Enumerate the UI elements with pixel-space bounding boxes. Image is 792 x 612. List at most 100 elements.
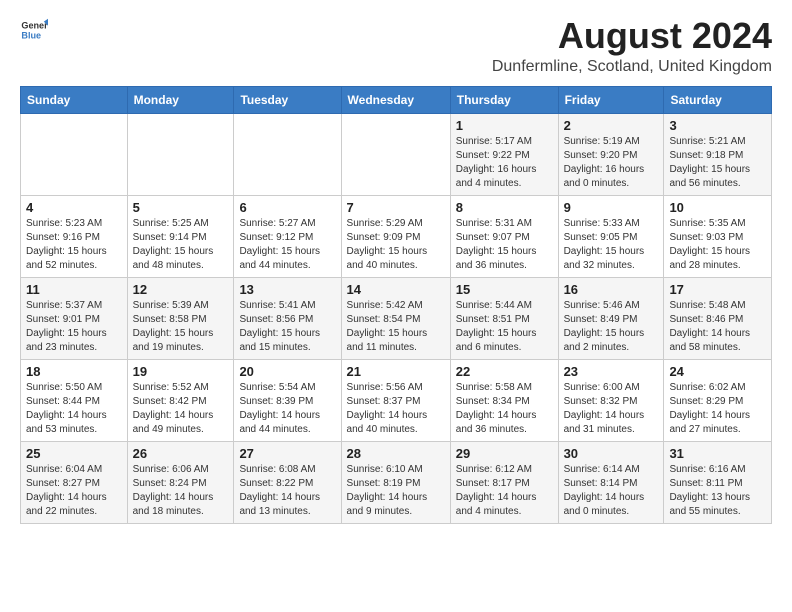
calendar-cell: [21, 113, 128, 195]
day-number: 17: [669, 282, 766, 297]
day-number: 5: [133, 200, 229, 215]
day-info: Sunrise: 5:42 AM Sunset: 8:54 PM Dayligh…: [347, 299, 445, 355]
calendar-table: Sunday Monday Tuesday Wednesday Thursday…: [20, 86, 772, 524]
day-info: Sunrise: 5:29 AM Sunset: 9:09 PM Dayligh…: [347, 217, 445, 273]
calendar-cell: 16Sunrise: 5:46 AM Sunset: 8:49 PM Dayli…: [558, 277, 664, 359]
col-wednesday: Wednesday: [341, 86, 450, 113]
calendar-cell: 24 Sunrise: 6:02 AM Sunset: 8:29 PM Dayli…: [664, 359, 772, 441]
day-info: Sunrise: 6:02 AM Sunset: 8:29 PM Dayligh…: [669, 381, 766, 437]
day-info: Sunrise: 6:06 AM Sunset: 8:24 PM Dayligh…: [133, 463, 229, 519]
day-info: Sunrise: 6:00 AM Sunset: 8:32 PM Dayligh…: [564, 381, 659, 437]
calendar-cell: [234, 113, 341, 195]
day-number: 6: [239, 200, 335, 215]
day-number: 7: [347, 200, 445, 215]
day-info: Sunrise: 5:17 AM Sunset: 9:22 PM Dayligh…: [456, 135, 553, 191]
day-number: 14: [347, 282, 445, 297]
calendar-week-4: 18Sunrise: 5:50 AM Sunset: 8:44 PM Dayli…: [21, 359, 772, 441]
calendar-cell: 14 Sunrise: 5:42 AM Sunset: 8:54 PM Dayli…: [341, 277, 450, 359]
day-number: 28: [347, 446, 445, 461]
calendar-cell: 31 Sunrise: 6:16 AM Sunset: 8:11 PM Dayli…: [664, 441, 772, 523]
calendar-cell: 28 Sunrise: 6:10 AM Sunset: 8:19 PM Dayli…: [341, 441, 450, 523]
day-info: Sunrise: 5:46 AM Sunset: 8:49 PM Dayligh…: [564, 299, 659, 355]
calendar-cell: 8 Sunrise: 5:31 AM Sunset: 9:07 PM Daylig…: [450, 195, 558, 277]
calendar-week-1: 1Sunrise: 5:17 AM Sunset: 9:22 PM Daylig…: [21, 113, 772, 195]
title-area: August 2024 Dunfermline, Scotland, Unite…: [492, 16, 772, 76]
day-number: 2: [564, 118, 659, 133]
calendar-cell: 26 Sunrise: 6:06 AM Sunset: 8:24 PM Dayli…: [127, 441, 234, 523]
day-number: 29: [456, 446, 553, 461]
calendar-cell: 23 Sunrise: 6:00 AM Sunset: 8:32 PM Dayli…: [558, 359, 664, 441]
day-info: Sunrise: 5:37 AM Sunset: 9:01 PM Dayligh…: [26, 299, 122, 355]
svg-text:General: General: [21, 21, 48, 31]
day-number: 18: [26, 364, 122, 379]
day-info: Sunrise: 5:19 AM Sunset: 9:20 PM Dayligh…: [564, 135, 659, 191]
page-header: General Blue August 2024 Dunfermline, Sc…: [20, 16, 772, 76]
day-info: Sunrise: 5:58 AM Sunset: 8:34 PM Dayligh…: [456, 381, 553, 437]
day-number: 22: [456, 364, 553, 379]
calendar-cell: 11 Sunrise: 5:37 AM Sunset: 9:01 PM Dayli…: [21, 277, 128, 359]
day-info: Sunrise: 5:44 AM Sunset: 8:51 PM Dayligh…: [456, 299, 553, 355]
day-number: 19: [133, 364, 229, 379]
day-number: 10: [669, 200, 766, 215]
calendar-cell: 19 Sunrise: 5:52 AM Sunset: 8:42 PM Dayli…: [127, 359, 234, 441]
month-year-title: August 2024: [492, 16, 772, 56]
day-number: 12: [133, 282, 229, 297]
day-info: Sunrise: 5:25 AM Sunset: 9:14 PM Dayligh…: [133, 217, 229, 273]
day-info: Sunrise: 5:33 AM Sunset: 9:05 PM Dayligh…: [564, 217, 659, 273]
calendar-cell: 5 Sunrise: 5:25 AM Sunset: 9:14 PM Daylig…: [127, 195, 234, 277]
day-number: 15: [456, 282, 553, 297]
calendar-cell: 18Sunrise: 5:50 AM Sunset: 8:44 PM Dayli…: [21, 359, 128, 441]
calendar-cell: 29 Sunrise: 6:12 AM Sunset: 8:17 PM Dayli…: [450, 441, 558, 523]
calendar-cell: 6 Sunrise: 5:27 AM Sunset: 9:12 PM Daylig…: [234, 195, 341, 277]
day-number: 4: [26, 200, 122, 215]
day-number: 20: [239, 364, 335, 379]
calendar-cell: 1Sunrise: 5:17 AM Sunset: 9:22 PM Daylig…: [450, 113, 558, 195]
day-number: 23: [564, 364, 659, 379]
calendar-cell: 27 Sunrise: 6:08 AM Sunset: 8:22 PM Dayli…: [234, 441, 341, 523]
day-info: Sunrise: 5:27 AM Sunset: 9:12 PM Dayligh…: [239, 217, 335, 273]
calendar-week-2: 4 Sunrise: 5:23 AM Sunset: 9:16 PM Daylig…: [21, 195, 772, 277]
calendar-cell: 20 Sunrise: 5:54 AM Sunset: 8:39 PM Dayli…: [234, 359, 341, 441]
day-info: Sunrise: 6:08 AM Sunset: 8:22 PM Dayligh…: [239, 463, 335, 519]
svg-text:Blue: Blue: [21, 30, 41, 40]
calendar-cell: 4 Sunrise: 5:23 AM Sunset: 9:16 PM Daylig…: [21, 195, 128, 277]
day-number: 13: [239, 282, 335, 297]
day-info: Sunrise: 6:16 AM Sunset: 8:11 PM Dayligh…: [669, 463, 766, 519]
day-number: 31: [669, 446, 766, 461]
col-friday: Friday: [558, 86, 664, 113]
day-info: Sunrise: 5:52 AM Sunset: 8:42 PM Dayligh…: [133, 381, 229, 437]
day-info: Sunrise: 5:23 AM Sunset: 9:16 PM Dayligh…: [26, 217, 122, 273]
location-subtitle: Dunfermline, Scotland, United Kingdom: [492, 58, 772, 76]
day-number: 27: [239, 446, 335, 461]
day-info: Sunrise: 5:54 AM Sunset: 8:39 PM Dayligh…: [239, 381, 335, 437]
col-sunday: Sunday: [21, 86, 128, 113]
calendar-cell: 9 Sunrise: 5:33 AM Sunset: 9:05 PM Daylig…: [558, 195, 664, 277]
calendar-cell: 17Sunrise: 5:48 AM Sunset: 8:46 PM Dayli…: [664, 277, 772, 359]
day-info: Sunrise: 5:31 AM Sunset: 9:07 PM Dayligh…: [456, 217, 553, 273]
col-saturday: Saturday: [664, 86, 772, 113]
day-info: Sunrise: 5:35 AM Sunset: 9:03 PM Dayligh…: [669, 217, 766, 273]
day-number: 25: [26, 446, 122, 461]
day-number: 21: [347, 364, 445, 379]
calendar-cell: 7 Sunrise: 5:29 AM Sunset: 9:09 PM Daylig…: [341, 195, 450, 277]
calendar-week-5: 25 Sunrise: 6:04 AM Sunset: 8:27 PM Dayli…: [21, 441, 772, 523]
header-row: Sunday Monday Tuesday Wednesday Thursday…: [21, 86, 772, 113]
day-number: 9: [564, 200, 659, 215]
day-number: 11: [26, 282, 122, 297]
day-info: Sunrise: 5:56 AM Sunset: 8:37 PM Dayligh…: [347, 381, 445, 437]
calendar-cell: 22 Sunrise: 5:58 AM Sunset: 8:34 PM Dayli…: [450, 359, 558, 441]
col-thursday: Thursday: [450, 86, 558, 113]
day-number: 30: [564, 446, 659, 461]
calendar-cell: 13Sunrise: 5:41 AM Sunset: 8:56 PM Dayli…: [234, 277, 341, 359]
day-info: Sunrise: 6:04 AM Sunset: 8:27 PM Dayligh…: [26, 463, 122, 519]
calendar-cell: 15 Sunrise: 5:44 AM Sunset: 8:51 PM Dayli…: [450, 277, 558, 359]
calendar-cell: 21 Sunrise: 5:56 AM Sunset: 8:37 PM Dayli…: [341, 359, 450, 441]
logo: General Blue: [20, 16, 48, 44]
day-number: 26: [133, 446, 229, 461]
calendar-cell: 10 Sunrise: 5:35 AM Sunset: 9:03 PM Dayli…: [664, 195, 772, 277]
day-info: Sunrise: 6:12 AM Sunset: 8:17 PM Dayligh…: [456, 463, 553, 519]
calendar-cell: [341, 113, 450, 195]
day-number: 8: [456, 200, 553, 215]
day-info: Sunrise: 6:10 AM Sunset: 8:19 PM Dayligh…: [347, 463, 445, 519]
day-number: 24: [669, 364, 766, 379]
